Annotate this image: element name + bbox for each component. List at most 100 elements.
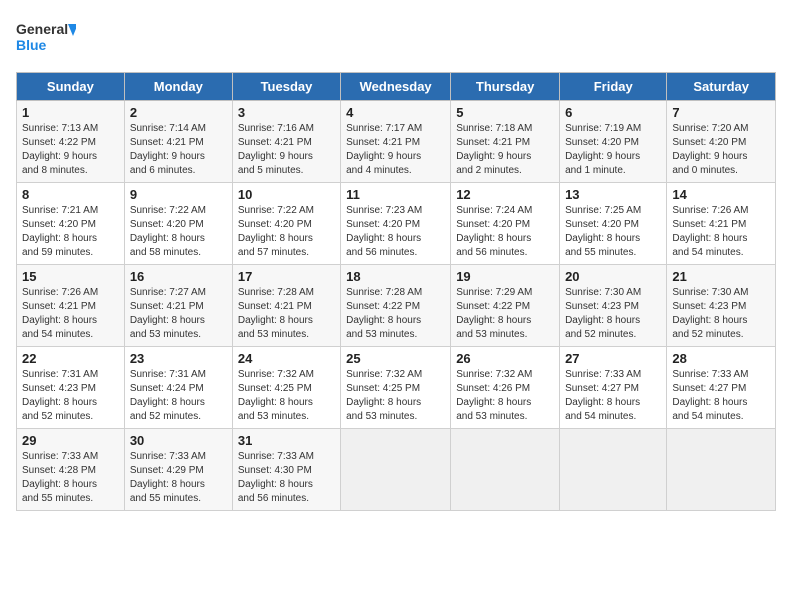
day-info: Sunrise: 7:13 AM Sunset: 4:22 PM Dayligh… xyxy=(22,122,119,178)
calendar-cell: 6 Sunrise: 7:19 AM Sunset: 4:20 PM Daylig… xyxy=(560,101,667,183)
calendar-cell: 20Sunrise: 7:30 AM Sunset: 4:23 PM Dayli… xyxy=(560,265,667,347)
calendar-cell: 17 Sunrise: 7:28 AM Sunset: 4:21 PM Dayli… xyxy=(232,265,340,347)
day-number: 6 xyxy=(565,105,661,120)
day-number: 9 xyxy=(130,187,227,202)
day-info: Sunrise: 7:33 AM Sunset: 4:27 PM Dayligh… xyxy=(565,368,661,424)
calendar-table: SundayMondayTuesdayWednesdayThursdayFrid… xyxy=(16,72,776,511)
day-number: 31 xyxy=(238,433,335,448)
day-info: Sunrise: 7:14 AM Sunset: 4:21 PM Dayligh… xyxy=(130,122,227,178)
calendar-cell: 22 Sunrise: 7:31 AM Sunset: 4:23 PM Dayli… xyxy=(17,347,125,429)
day-number: 11 xyxy=(346,187,445,202)
day-number: 21 xyxy=(672,269,770,284)
calendar-week-row: 22 Sunrise: 7:31 AM Sunset: 4:23 PM Dayli… xyxy=(17,347,776,429)
day-number: 24 xyxy=(238,351,335,366)
day-number: 10 xyxy=(238,187,335,202)
calendar-cell: 26Sunrise: 7:32 AM Sunset: 4:26 PM Dayli… xyxy=(451,347,560,429)
day-info: Sunrise: 7:28 AM Sunset: 4:21 PM Dayligh… xyxy=(238,286,335,342)
weekday-header-wednesday: Wednesday xyxy=(341,73,451,101)
weekday-header-tuesday: Tuesday xyxy=(232,73,340,101)
calendar-cell: 9 Sunrise: 7:22 AM Sunset: 4:20 PM Daylig… xyxy=(124,183,232,265)
logo-svg: General Blue xyxy=(16,16,76,60)
day-info: Sunrise: 7:29 AM Sunset: 4:22 PM Dayligh… xyxy=(456,286,554,342)
calendar-cell: 30 Sunrise: 7:33 AM Sunset: 4:29 PM Dayli… xyxy=(124,429,232,511)
calendar-cell: 16Sunrise: 7:27 AM Sunset: 4:21 PM Dayli… xyxy=(124,265,232,347)
calendar-week-row: 15 Sunrise: 7:26 AM Sunset: 4:21 PM Dayli… xyxy=(17,265,776,347)
day-info: Sunrise: 7:33 AM Sunset: 4:29 PM Dayligh… xyxy=(130,450,227,506)
day-number: 27 xyxy=(565,351,661,366)
calendar-cell: 5 Sunrise: 7:18 AM Sunset: 4:21 PM Daylig… xyxy=(451,101,560,183)
day-info: Sunrise: 7:22 AM Sunset: 4:20 PM Dayligh… xyxy=(238,204,335,260)
calendar-cell: 18Sunrise: 7:28 AM Sunset: 4:22 PM Dayli… xyxy=(341,265,451,347)
calendar-cell: 21 Sunrise: 7:30 AM Sunset: 4:23 PM Dayli… xyxy=(667,265,776,347)
day-info: Sunrise: 7:24 AM Sunset: 4:20 PM Dayligh… xyxy=(456,204,554,260)
calendar-cell: 14 Sunrise: 7:26 AM Sunset: 4:21 PM Dayli… xyxy=(667,183,776,265)
calendar-cell xyxy=(560,429,667,511)
svg-text:General: General xyxy=(16,21,68,37)
day-info: Sunrise: 7:23 AM Sunset: 4:20 PM Dayligh… xyxy=(346,204,445,260)
day-number: 12 xyxy=(456,187,554,202)
weekday-header-monday: Monday xyxy=(124,73,232,101)
calendar-cell xyxy=(451,429,560,511)
calendar-week-row: 1 Sunrise: 7:13 AM Sunset: 4:22 PM Daylig… xyxy=(17,101,776,183)
calendar-cell: 4 Sunrise: 7:17 AM Sunset: 4:21 PM Daylig… xyxy=(341,101,451,183)
calendar-cell: 2 Sunrise: 7:14 AM Sunset: 4:21 PM Daylig… xyxy=(124,101,232,183)
day-info: Sunrise: 7:18 AM Sunset: 4:21 PM Dayligh… xyxy=(456,122,554,178)
day-info: Sunrise: 7:21 AM Sunset: 4:20 PM Dayligh… xyxy=(22,204,119,260)
calendar-cell xyxy=(667,429,776,511)
day-info: Sunrise: 7:20 AM Sunset: 4:20 PM Dayligh… xyxy=(672,122,770,178)
page-header: General Blue xyxy=(16,16,776,60)
day-number: 25 xyxy=(346,351,445,366)
day-number: 20 xyxy=(565,269,661,284)
day-info: Sunrise: 7:17 AM Sunset: 4:21 PM Dayligh… xyxy=(346,122,445,178)
day-number: 14 xyxy=(672,187,770,202)
calendar-week-row: 29 Sunrise: 7:33 AM Sunset: 4:28 PM Dayli… xyxy=(17,429,776,511)
day-info: Sunrise: 7:31 AM Sunset: 4:23 PM Dayligh… xyxy=(22,368,119,424)
weekday-header-friday: Friday xyxy=(560,73,667,101)
day-number: 17 xyxy=(238,269,335,284)
day-number: 1 xyxy=(22,105,119,120)
day-info: Sunrise: 7:27 AM Sunset: 4:21 PM Dayligh… xyxy=(130,286,227,342)
calendar-cell: 3Sunrise: 7:16 AM Sunset: 4:21 PM Daylig… xyxy=(232,101,340,183)
day-info: Sunrise: 7:26 AM Sunset: 4:21 PM Dayligh… xyxy=(22,286,119,342)
calendar-cell xyxy=(341,429,451,511)
day-info: Sunrise: 7:33 AM Sunset: 4:28 PM Dayligh… xyxy=(22,450,119,506)
day-number: 4 xyxy=(346,105,445,120)
day-number: 22 xyxy=(22,351,119,366)
calendar-cell: 19 Sunrise: 7:29 AM Sunset: 4:22 PM Dayli… xyxy=(451,265,560,347)
calendar-cell: 1 Sunrise: 7:13 AM Sunset: 4:22 PM Daylig… xyxy=(17,101,125,183)
day-number: 19 xyxy=(456,269,554,284)
day-info: Sunrise: 7:22 AM Sunset: 4:20 PM Dayligh… xyxy=(130,204,227,260)
day-number: 13 xyxy=(565,187,661,202)
day-number: 15 xyxy=(22,269,119,284)
calendar-cell: 8 Sunrise: 7:21 AM Sunset: 4:20 PM Daylig… xyxy=(17,183,125,265)
day-number: 28 xyxy=(672,351,770,366)
day-info: Sunrise: 7:19 AM Sunset: 4:20 PM Dayligh… xyxy=(565,122,661,178)
day-number: 7 xyxy=(672,105,770,120)
day-number: 23 xyxy=(130,351,227,366)
calendar-cell: 24 Sunrise: 7:32 AM Sunset: 4:25 PM Dayli… xyxy=(232,347,340,429)
calendar-cell: 31Sunrise: 7:33 AM Sunset: 4:30 PM Dayli… xyxy=(232,429,340,511)
calendar-cell: 29 Sunrise: 7:33 AM Sunset: 4:28 PM Dayli… xyxy=(17,429,125,511)
day-info: Sunrise: 7:28 AM Sunset: 4:22 PM Dayligh… xyxy=(346,286,445,342)
calendar-cell: 10 Sunrise: 7:22 AM Sunset: 4:20 PM Dayli… xyxy=(232,183,340,265)
day-info: Sunrise: 7:26 AM Sunset: 4:21 PM Dayligh… xyxy=(672,204,770,260)
day-number: 29 xyxy=(22,433,119,448)
svg-text:Blue: Blue xyxy=(16,37,47,53)
day-number: 8 xyxy=(22,187,119,202)
day-info: Sunrise: 7:30 AM Sunset: 4:23 PM Dayligh… xyxy=(672,286,770,342)
day-info: Sunrise: 7:32 AM Sunset: 4:26 PM Dayligh… xyxy=(456,368,554,424)
day-info: Sunrise: 7:31 AM Sunset: 4:24 PM Dayligh… xyxy=(130,368,227,424)
weekday-header-sunday: Sunday xyxy=(17,73,125,101)
weekday-header-row: SundayMondayTuesdayWednesdayThursdayFrid… xyxy=(17,73,776,101)
day-info: Sunrise: 7:33 AM Sunset: 4:27 PM Dayligh… xyxy=(672,368,770,424)
calendar-cell: 11 Sunrise: 7:23 AM Sunset: 4:20 PM Dayli… xyxy=(341,183,451,265)
day-number: 30 xyxy=(130,433,227,448)
day-info: Sunrise: 7:32 AM Sunset: 4:25 PM Dayligh… xyxy=(238,368,335,424)
logo: General Blue xyxy=(16,16,76,60)
calendar-cell: 13Sunrise: 7:25 AM Sunset: 4:20 PM Dayli… xyxy=(560,183,667,265)
calendar-cell: 28 Sunrise: 7:33 AM Sunset: 4:27 PM Dayli… xyxy=(667,347,776,429)
day-number: 5 xyxy=(456,105,554,120)
day-info: Sunrise: 7:32 AM Sunset: 4:25 PM Dayligh… xyxy=(346,368,445,424)
weekday-header-thursday: Thursday xyxy=(451,73,560,101)
day-number: 2 xyxy=(130,105,227,120)
